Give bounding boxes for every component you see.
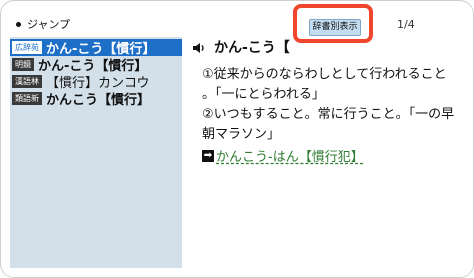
definition-line: 。「一にとらわれる」 — [202, 87, 325, 102]
jump-label[interactable]: ジャンプ — [16, 17, 70, 31]
definition-line: ①従来からのならわしとして行われること — [202, 67, 447, 82]
dictionary-badge: 明鏡 — [12, 58, 34, 71]
bullet-icon — [16, 21, 21, 27]
highlight-outline — [293, 4, 373, 43]
jump-text: ジャンプ — [27, 18, 71, 31]
dictionary-item-ruigo[interactable]: 類語新 かんこう【慣行】 — [10, 90, 151, 108]
dictionary-badge: 広辞苑 — [12, 41, 42, 54]
dictionary-item-label: かんこう【慣行】 — [46, 93, 151, 108]
page-indicator: 1/4 — [397, 18, 415, 31]
dictionary-item-meikyo[interactable]: 明鏡 かん‐こう【慣行】 — [10, 56, 147, 74]
related-entry-text: かんこう‐はん【慣行犯】 — [216, 150, 364, 165]
entry-headword: かん‐こう【 — [214, 40, 290, 56]
arrow-right-icon: ➡ — [202, 149, 214, 162]
dictionary-badge: 漢語林 — [12, 75, 42, 88]
dictionary-list: 広辞苑 かん‐こう【慣行】 明鏡 かん‐こう【慣行】 漢語林 【慣行】カンコウ … — [10, 37, 182, 268]
related-entry-link[interactable]: ➡ かんこう‐はん【慣行犯】 — [202, 146, 364, 165]
definition-line: 朝マラソン」 — [202, 127, 281, 142]
dictionary-badge: 類語新 — [12, 92, 42, 105]
speaker-icon[interactable] — [192, 41, 206, 55]
dictionary-item-kangorin[interactable]: 漢語林 【慣行】カンコウ — [10, 73, 149, 91]
dictionary-item-kojien[interactable]: 広辞苑 かん‐こう【慣行】 — [10, 39, 182, 57]
definition-line: ②いつもすること。常に行うこと。「一の早 — [202, 107, 455, 122]
